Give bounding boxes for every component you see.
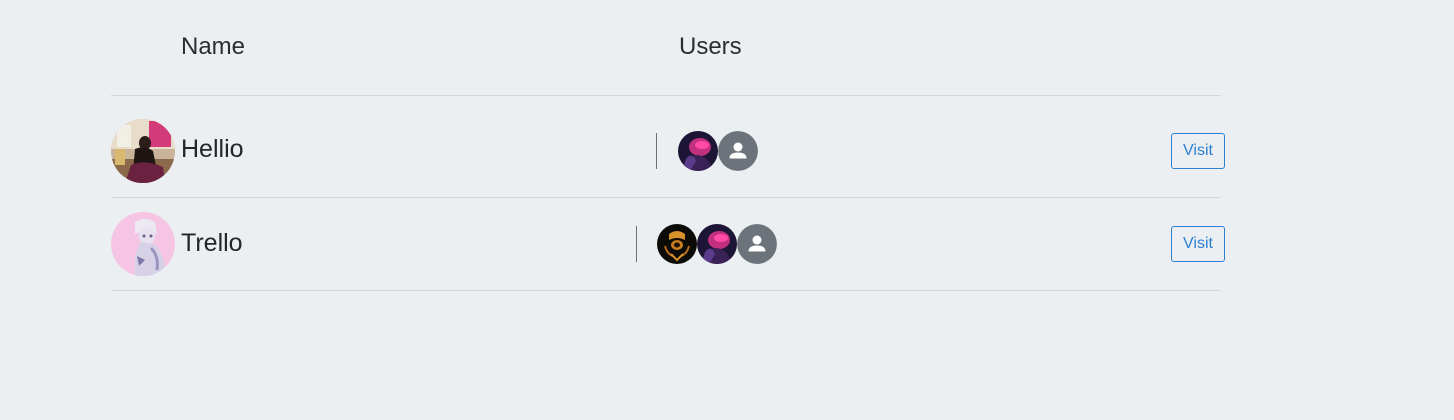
user-avatar[interactable] bbox=[678, 131, 718, 171]
default-user-icon[interactable] bbox=[718, 131, 758, 171]
visit-button[interactable]: Visit bbox=[1171, 133, 1225, 169]
column-divider bbox=[636, 226, 637, 262]
column-header-users: Users bbox=[679, 33, 742, 60]
organizations-table: Name Users Hellio Visit Trello Visit bbox=[111, 0, 1225, 291]
column-divider bbox=[656, 133, 657, 169]
person-icon bbox=[718, 131, 758, 171]
table-row: Trello Visit bbox=[111, 198, 1225, 291]
table-header: Name Users bbox=[111, 0, 1221, 96]
user-avatar[interactable] bbox=[657, 224, 697, 264]
org-avatar-image bbox=[111, 119, 175, 183]
org-avatar bbox=[111, 119, 175, 183]
visit-button[interactable]: Visit bbox=[1171, 226, 1225, 262]
org-name: Trello bbox=[181, 229, 243, 257]
table-row: Hellio Visit bbox=[111, 96, 1225, 198]
user-avatar[interactable] bbox=[697, 224, 737, 264]
user-avatar-image bbox=[657, 224, 697, 264]
column-header-name: Name bbox=[181, 33, 246, 60]
org-avatar bbox=[111, 212, 175, 276]
user-avatar-image bbox=[697, 224, 737, 264]
user-avatar-image bbox=[678, 131, 718, 171]
user-avatar-group bbox=[678, 131, 758, 171]
org-name: Hellio bbox=[181, 135, 244, 163]
default-user-icon[interactable] bbox=[737, 224, 777, 264]
user-avatar-group bbox=[657, 224, 777, 264]
person-icon bbox=[737, 224, 777, 264]
org-avatar-image bbox=[111, 212, 175, 276]
